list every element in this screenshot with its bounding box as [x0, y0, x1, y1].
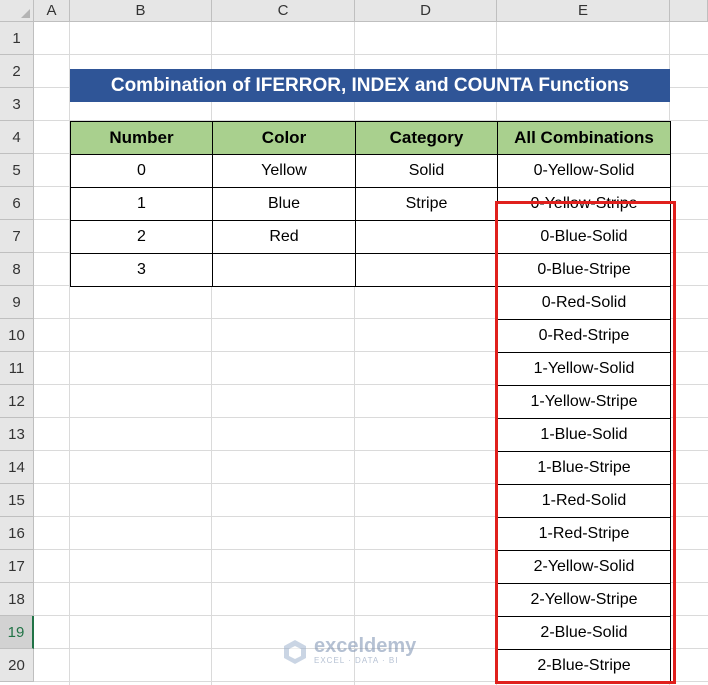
combination-cell[interactable]: 1-Red-Stripe [497, 517, 671, 551]
combination-cell[interactable]: 2-Blue-Stripe [497, 649, 671, 683]
combination-cell[interactable]: 1-Blue-Stripe [497, 451, 671, 485]
row-header-3[interactable]: 3 [0, 88, 34, 121]
column-header-c[interactable]: C [212, 0, 355, 22]
combination-cell[interactable]: 2-Blue-Solid [497, 616, 671, 650]
combination-cell[interactable]: 0-Red-Solid [497, 286, 671, 320]
number-cell[interactable]: 1 [70, 187, 213, 221]
header-category[interactable]: Category [355, 121, 498, 155]
row-header-9[interactable]: 9 [0, 286, 34, 319]
row-header-17[interactable]: 17 [0, 550, 34, 583]
color-cell[interactable]: Red [212, 220, 356, 254]
row-header-8[interactable]: 8 [0, 253, 34, 286]
column-header-a[interactable]: A [34, 0, 70, 22]
row-header-10[interactable]: 10 [0, 319, 34, 352]
exceldemy-logo-icon [284, 639, 306, 664]
column-header-empty[interactable] [670, 0, 708, 22]
number-cell[interactable]: 2 [70, 220, 213, 254]
header-number[interactable]: Number [70, 121, 213, 155]
combination-cell[interactable]: 0-Blue-Stripe [497, 253, 671, 287]
row-header-4[interactable]: 4 [0, 121, 34, 154]
combination-cell[interactable]: 0-Yellow-Solid [497, 154, 671, 188]
row-header-7[interactable]: 7 [0, 220, 34, 253]
header-color[interactable]: Color [212, 121, 356, 155]
row-header-12[interactable]: 12 [0, 385, 34, 418]
row-header-18[interactable]: 18 [0, 583, 34, 616]
combination-cell[interactable]: 1-Blue-Solid [497, 418, 671, 452]
row-header-1[interactable]: 1 [0, 22, 34, 55]
row-header-19[interactable]: 19 [0, 616, 34, 649]
header-all-combinations[interactable]: All Combinations [497, 121, 671, 155]
category-cell[interactable] [355, 253, 498, 287]
color-cell[interactable]: Blue [212, 187, 356, 221]
combination-cell[interactable]: 1-Yellow-Stripe [497, 385, 671, 419]
category-cell[interactable]: Solid [355, 154, 498, 188]
category-cell[interactable]: Stripe [355, 187, 498, 221]
row-header-13[interactable]: 13 [0, 418, 34, 451]
combination-cell[interactable]: 1-Red-Solid [497, 484, 671, 518]
row-header-2[interactable]: 2 [0, 55, 34, 88]
column-header-e[interactable]: E [497, 0, 670, 22]
combination-cell[interactable]: 0-Red-Stripe [497, 319, 671, 353]
category-cell[interactable] [355, 220, 498, 254]
color-cell[interactable] [212, 253, 356, 287]
row-header-20[interactable]: 20 [0, 649, 34, 682]
row-header-6[interactable]: 6 [0, 187, 34, 220]
row-header-14[interactable]: 14 [0, 451, 34, 484]
combination-cell[interactable]: 2-Yellow-Solid [497, 550, 671, 584]
column-header-b[interactable]: B [70, 0, 212, 22]
row-header-16[interactable]: 16 [0, 517, 34, 550]
combination-cell[interactable]: 2-Yellow-Stripe [497, 583, 671, 617]
watermark: exceldemy EXCEL · DATA · BI [282, 636, 416, 665]
combination-cell[interactable]: 0-Yellow-Stripe [497, 187, 671, 221]
number-cell[interactable]: 3 [70, 253, 213, 287]
row-header-5[interactable]: 5 [0, 154, 34, 187]
row-header-11[interactable]: 11 [0, 352, 34, 385]
row-header-15[interactable]: 15 [0, 484, 34, 517]
select-all-corner[interactable] [0, 0, 34, 22]
combination-cell[interactable]: 0-Blue-Solid [497, 220, 671, 254]
gridline [34, 54, 708, 55]
sheet-title[interactable]: Combination of IFERROR, INDEX and COUNTA… [70, 69, 670, 102]
number-cell[interactable]: 0 [70, 154, 213, 188]
spreadsheet: ABCDE 1 2 3 4 5 6 7 8 9 10 11 12 13 14 15 16 17 18 19 20 Co… [0, 0, 708, 685]
color-cell[interactable]: Yellow [212, 154, 356, 188]
column-header-d[interactable]: D [355, 0, 497, 22]
combination-cell[interactable]: 1-Yellow-Solid [497, 352, 671, 386]
